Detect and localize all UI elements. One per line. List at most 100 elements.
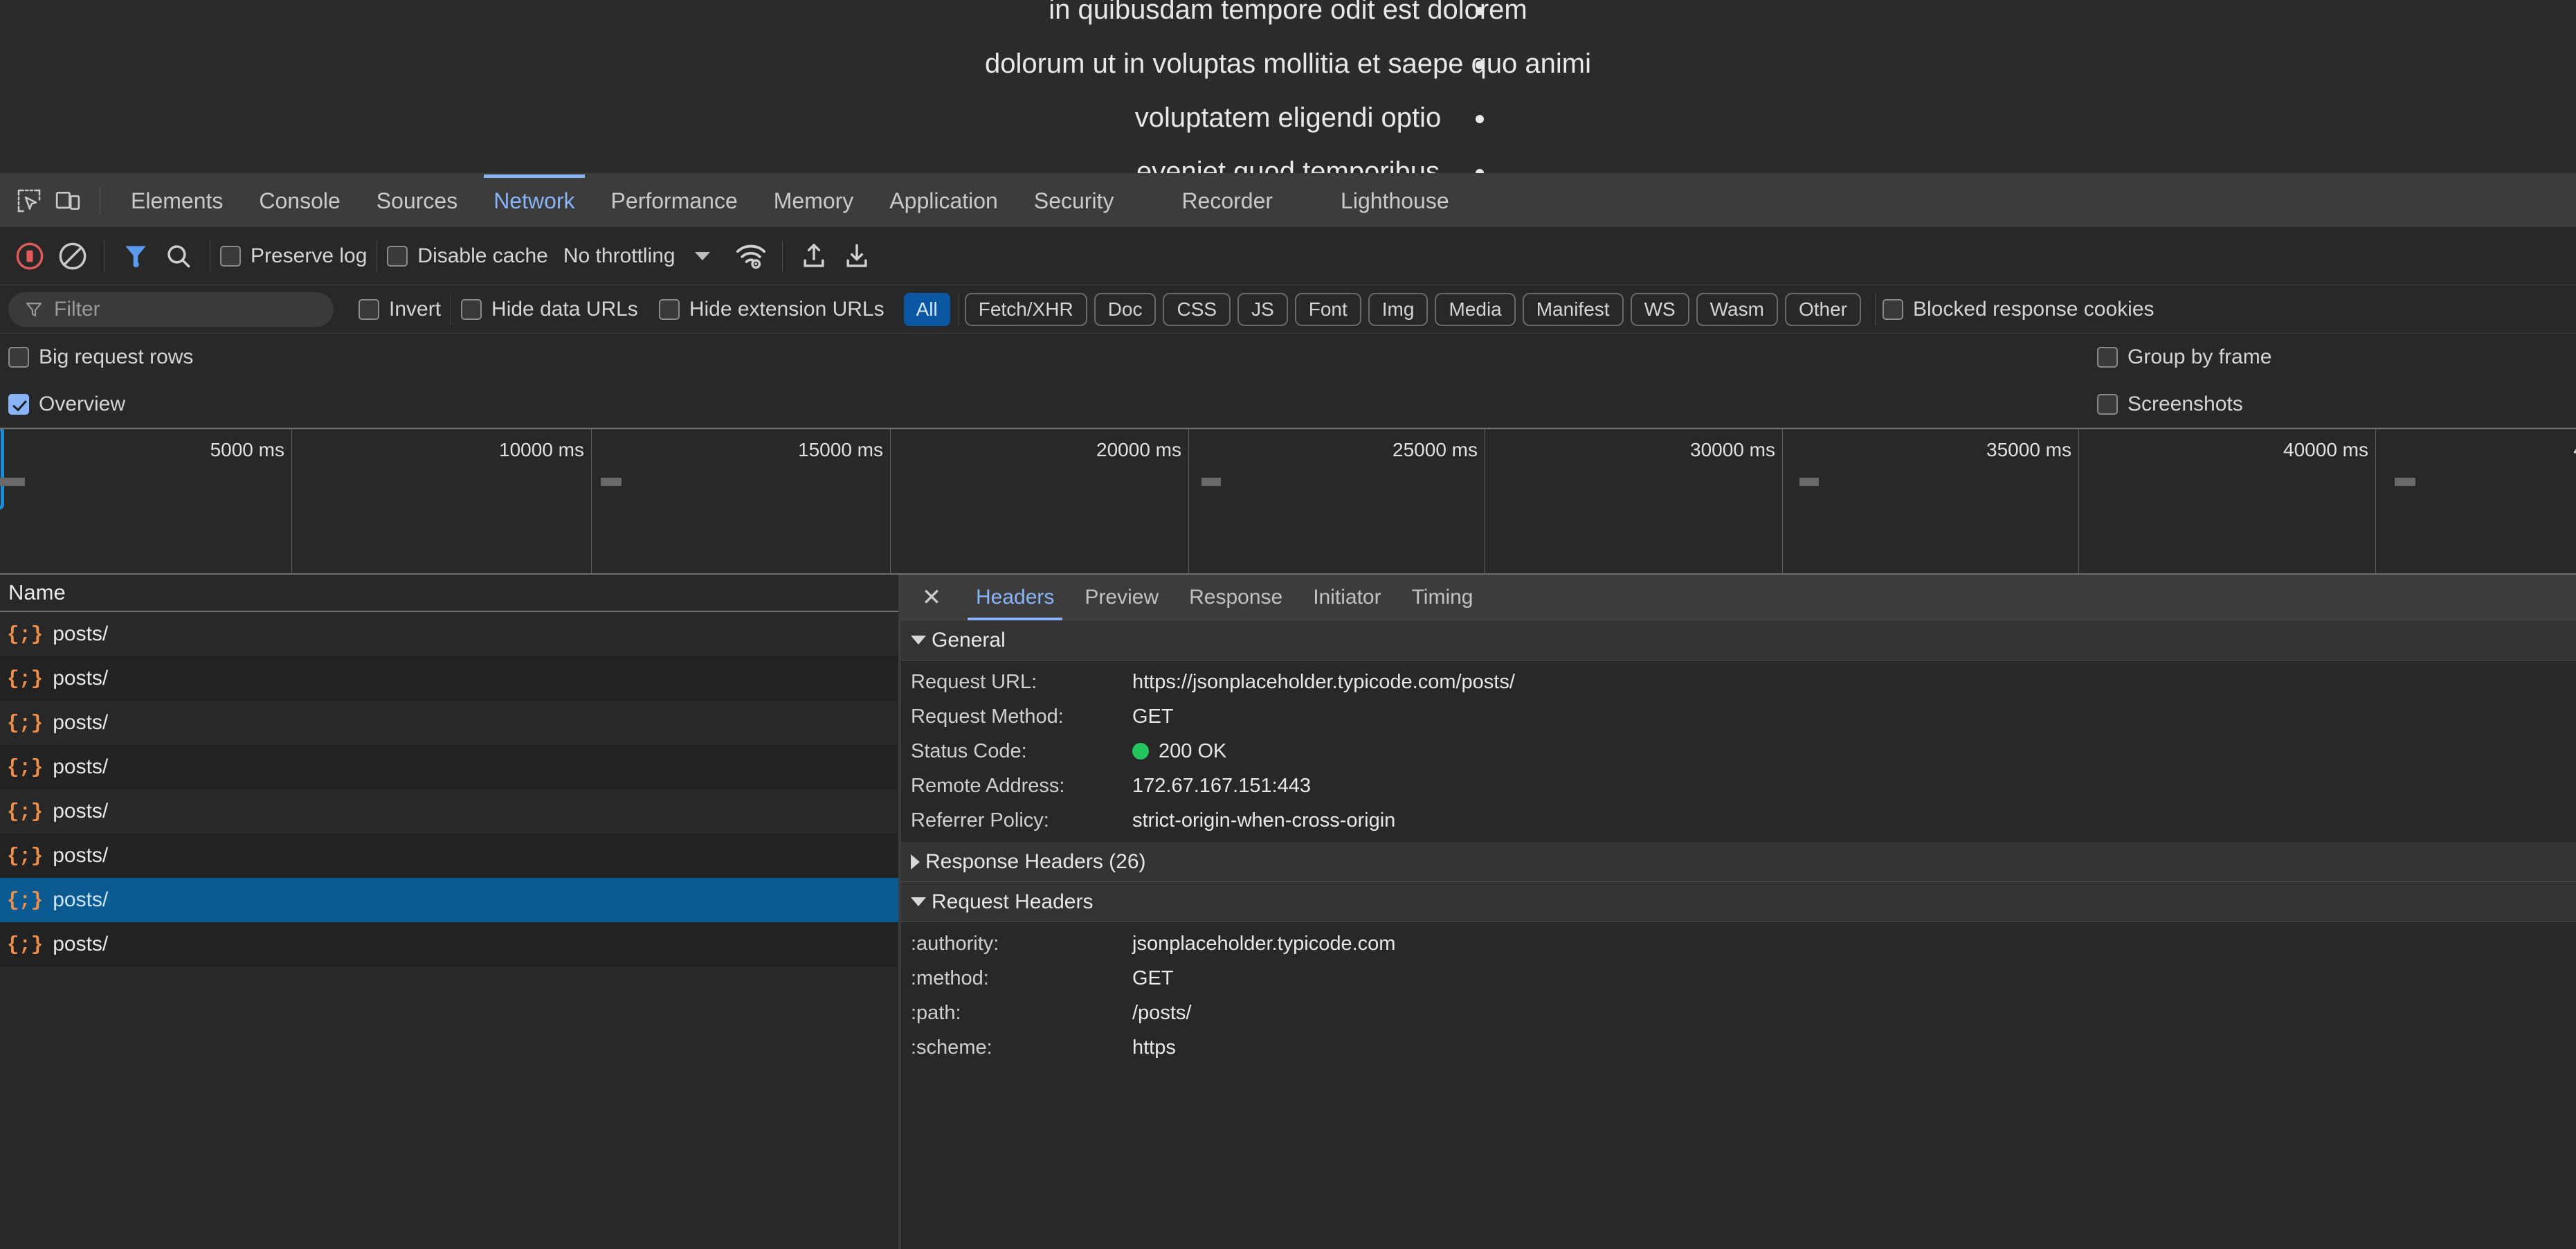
detail-value: /posts/: [1132, 1002, 1191, 1025]
timeline-tick: [2078, 429, 2079, 573]
inspect-element-icon[interactable]: [10, 181, 48, 220]
tab-preview[interactable]: Preview: [1069, 575, 1174, 620]
big-request-rows-checkbox[interactable]: Big request rows: [8, 334, 193, 381]
detail-value: GET: [1132, 706, 1174, 728]
detail-row: Referrer Policy: strict-origin-when-cros…: [901, 803, 2576, 838]
filter-toggle-icon[interactable]: [114, 235, 157, 278]
section-header-response-headers[interactable]: Response Headers (26): [901, 842, 2576, 882]
tab-memory[interactable]: Memory: [756, 174, 872, 227]
record-button[interactable]: [8, 235, 51, 278]
detail-value-status: 200 OK: [1132, 740, 1226, 763]
filter-chip-js[interactable]: JS: [1237, 293, 1288, 326]
tab-performance[interactable]: Performance: [593, 174, 756, 227]
list-item: in quibusdam tempore odit est dolorem: [0, 0, 2576, 28]
general-rows: Request URL: https://jsonplaceholder.typ…: [901, 661, 2576, 842]
filter-chip-ws[interactable]: WS: [1631, 293, 1689, 326]
toolbar-divider: [782, 240, 783, 272]
request-name: posts/: [53, 933, 108, 956]
filter-input[interactable]: Filter: [8, 292, 334, 327]
hide-extension-urls-checkbox[interactable]: Hide extension URLs: [659, 298, 885, 321]
screenshots-checkbox[interactable]: Screenshots: [2097, 381, 2271, 428]
tab-security[interactable]: Security: [1016, 174, 1132, 227]
section-header-general[interactable]: General: [901, 620, 2576, 661]
table-row[interactable]: {;} posts/: [0, 789, 898, 834]
export-har-icon[interactable]: [835, 235, 878, 278]
overview-selection-handle[interactable]: [0, 428, 4, 510]
detail-row: Status Code: 200 OK: [901, 734, 2576, 769]
list-item-text: eveniet quod temporibus: [0, 156, 2576, 173]
filter-chip-wasm[interactable]: Wasm: [1696, 293, 1778, 326]
detail-row: :method: GET: [901, 961, 2576, 996]
checkbox-box: [220, 246, 241, 267]
search-icon[interactable]: [157, 235, 200, 278]
checkbox-box: [359, 299, 379, 320]
filter-chip-fetch-xhr[interactable]: Fetch/XHR: [965, 293, 1087, 326]
timeline-tick: [1782, 429, 1783, 573]
table-row[interactable]: {;} posts/: [0, 922, 898, 967]
network-options: Big request rows Overview Group by frame…: [0, 334, 2576, 428]
tab-elements[interactable]: Elements: [113, 174, 241, 227]
filter-chip-font[interactable]: Font: [1295, 293, 1361, 326]
table-row[interactable]: {;} posts/: [0, 834, 898, 878]
table-row[interactable]: {;} posts/: [0, 701, 898, 745]
section-header-request-headers[interactable]: Request Headers: [901, 882, 2576, 922]
tab-application[interactable]: Application: [871, 174, 1016, 227]
filter-chip-all[interactable]: All: [904, 293, 950, 326]
preserve-log-checkbox[interactable]: Preserve log: [220, 244, 367, 268]
overview-timeline[interactable]: 5000 ms 10000 ms 15000 ms 20000 ms 25000…: [0, 428, 2576, 575]
devtools-tabstrip: Elements Console Sources Network Perform…: [0, 174, 2576, 227]
group-by-frame-label: Group by frame: [2128, 345, 2271, 369]
invert-checkbox[interactable]: Invert: [359, 298, 441, 321]
checkbox-box: [387, 246, 408, 267]
detail-value[interactable]: https://jsonplaceholder.typicode.com/pos…: [1132, 671, 1515, 694]
list-item-text: voluptatem eligendi optio: [0, 102, 2576, 132]
tab-headers[interactable]: Headers: [961, 575, 1069, 620]
table-row[interactable]: {;} posts/: [0, 745, 898, 789]
filter-row: Filter Invert Hide data URLs Hide extens…: [0, 285, 2576, 334]
filter-chip-manifest[interactable]: Manifest: [1523, 293, 1624, 326]
table-row[interactable]: {;} posts/: [0, 656, 898, 701]
network-conditions-icon[interactable]: [729, 235, 772, 278]
filter-chip-other[interactable]: Other: [1785, 293, 1861, 326]
detail-row: :path: /posts/: [901, 996, 2576, 1030]
device-toolbar-icon[interactable]: [48, 181, 87, 220]
section-title: Request Headers: [932, 890, 1093, 914]
detail-row: Request Method: GET: [901, 699, 2576, 734]
table-row-selected[interactable]: {;} posts/: [0, 878, 898, 922]
tab-lighthouse[interactable]: Lighthouse: [1323, 174, 1467, 227]
tab-console[interactable]: Console: [241, 174, 358, 227]
request-list-panel: Name {;} posts/ {;} posts/ {;} posts/ {;…: [0, 575, 898, 1249]
request-list-column-header[interactable]: Name: [0, 575, 898, 612]
filter-chip-media[interactable]: Media: [1435, 293, 1515, 326]
disable-cache-checkbox[interactable]: Disable cache: [387, 244, 547, 268]
timeline-tick: [2375, 429, 2376, 573]
tab-initiator[interactable]: Initiator: [1298, 575, 1396, 620]
filter-placeholder: Filter: [54, 298, 100, 321]
detail-key: Request Method:: [911, 706, 1132, 728]
throttling-dropdown[interactable]: No throttling: [563, 244, 710, 268]
hide-data-urls-checkbox[interactable]: Hide data URLs: [461, 298, 638, 321]
table-row[interactable]: {;} posts/: [0, 612, 898, 656]
list-item-text: in quibusdam tempore odit est dolorem: [0, 0, 2576, 24]
json-icon: {;}: [7, 669, 43, 689]
filter-chip-doc[interactable]: Doc: [1094, 293, 1157, 326]
tab-timing[interactable]: Timing: [1397, 575, 1489, 620]
bullet-icon: [1476, 61, 1484, 69]
tab-sources[interactable]: Sources: [359, 174, 475, 227]
close-icon[interactable]: ✕: [915, 581, 948, 614]
detail-key: Referrer Policy:: [911, 809, 1132, 832]
timeline-request-bar: [601, 478, 622, 486]
blocked-response-cookies-checkbox[interactable]: Blocked response cookies: [1883, 298, 2155, 321]
request-name: posts/: [53, 888, 108, 912]
import-har-icon[interactable]: [792, 235, 835, 278]
hide-data-urls-label: Hide data URLs: [491, 298, 638, 321]
group-by-frame-checkbox[interactable]: Group by frame: [2097, 334, 2271, 381]
clear-button[interactable]: [51, 235, 94, 278]
timeline-tick-label: 15000 ms: [798, 439, 890, 461]
filter-chip-img[interactable]: Img: [1368, 293, 1428, 326]
tab-response[interactable]: Response: [1174, 575, 1298, 620]
tab-recorder[interactable]: Recorder: [1163, 174, 1291, 227]
tab-network[interactable]: Network: [475, 174, 592, 227]
filter-chip-css[interactable]: CSS: [1163, 293, 1231, 326]
overview-checkbox[interactable]: Overview: [8, 381, 193, 428]
